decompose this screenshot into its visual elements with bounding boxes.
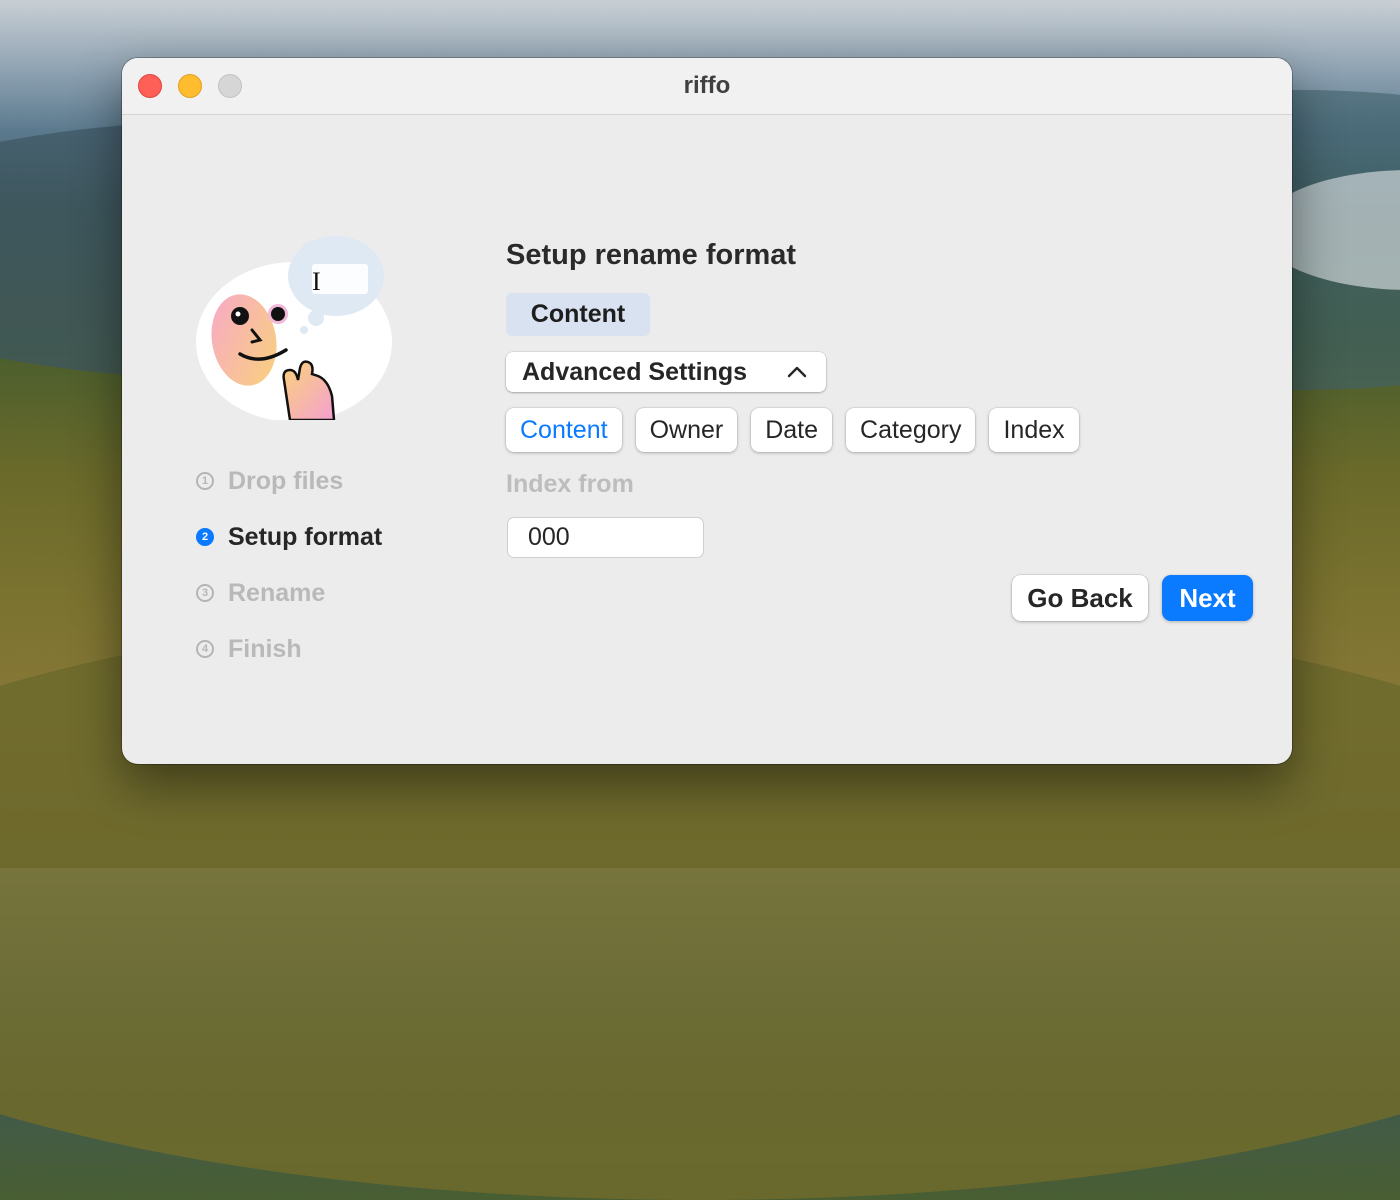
advanced-settings-toggle[interactable]: Advanced Settings: [506, 352, 826, 392]
advanced-settings-label: Advanced Settings: [522, 357, 748, 386]
step-label: Drop files: [228, 466, 344, 495]
next-button[interactable]: Next: [1162, 575, 1253, 621]
token-chip-list: Content Owner Date Category Index: [506, 408, 1079, 452]
chip-date[interactable]: Date: [751, 408, 833, 452]
svg-text:I: I: [312, 267, 321, 296]
chip-content[interactable]: Content: [506, 408, 622, 452]
step-number-icon: 1: [196, 472, 214, 490]
step-number-icon: 3: [196, 584, 214, 602]
step-label: Setup format: [228, 522, 383, 551]
go-back-button[interactable]: Go Back: [1012, 575, 1148, 621]
index-from-input[interactable]: [507, 517, 704, 558]
title-bar: riffo: [122, 58, 1292, 115]
mascot-illustration-icon: I: [196, 236, 392, 420]
step-number-icon: 2: [196, 528, 214, 546]
step-setup-format: 2 Setup format: [196, 509, 382, 565]
chip-owner[interactable]: Owner: [635, 408, 738, 452]
step-label: Rename: [228, 578, 326, 607]
step-rename: 3 Rename: [196, 565, 382, 621]
wizard-steps: 1 Drop files 2 Setup format 3 Rename 4 F…: [196, 453, 382, 677]
index-from-label: Index from: [506, 470, 634, 498]
page-title: Setup rename format: [506, 239, 797, 271]
step-drop-files: 1 Drop files: [196, 453, 382, 509]
step-number-icon: 4: [196, 640, 214, 658]
chip-index[interactable]: Index: [989, 408, 1079, 452]
step-label: Finish: [228, 634, 302, 663]
app-window: riffo I 1 Drop files 2 Setup format 3 Re…: [122, 58, 1292, 764]
chevron-up-icon: [787, 366, 807, 378]
chip-category[interactable]: Category: [846, 408, 976, 452]
window-title: riffo: [683, 72, 731, 99]
format-token-content[interactable]: Content: [506, 293, 650, 336]
step-finish: 4 Finish: [196, 621, 382, 677]
